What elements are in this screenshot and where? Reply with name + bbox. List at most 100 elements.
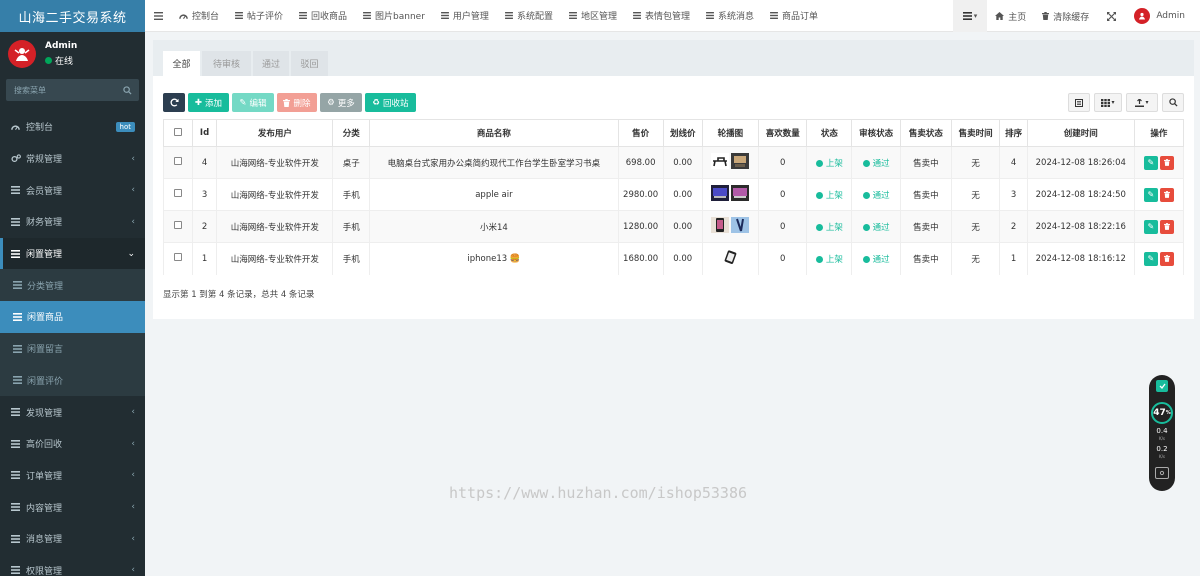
col-likes[interactable]: 喜欢数量	[758, 119, 808, 147]
thumbnail-image[interactable]	[711, 217, 730, 233]
sidebar-item-recycle[interactable]: 高价回收 ‹	[0, 428, 145, 460]
list-icon	[633, 12, 641, 19]
col-orig-price[interactable]: 划线价	[662, 119, 703, 147]
nav-regions[interactable]: 地区管理	[561, 0, 625, 32]
sidebar-item-members[interactable]: 会员管理 ‹	[0, 174, 145, 206]
add-button[interactable]: ✚ 添加	[188, 93, 229, 112]
sidebar-subitem-idle-goods[interactable]: 闲置商品	[0, 301, 145, 333]
sidebar-item-messages[interactable]: 消息管理 ‹	[0, 523, 145, 555]
cell-status[interactable]: 上架	[806, 210, 853, 243]
cell-status[interactable]: 上架	[806, 146, 853, 179]
row-edit-button[interactable]: ✎	[1143, 251, 1158, 266]
sidebar-item-dashboard[interactable]: 控制台 hot	[0, 111, 145, 143]
thumbnail-image[interactable]	[731, 217, 750, 233]
nav-home[interactable]: 主页	[987, 0, 1034, 32]
nav-system-messages[interactable]: 系统消息	[698, 0, 762, 32]
sidebar-item-orders[interactable]: 订单管理 ‹	[0, 460, 145, 492]
sidebar-item-finance[interactable]: 财务管理 ‹	[0, 206, 145, 238]
row-checkbox[interactable]	[163, 242, 193, 275]
row-edit-button[interactable]: ✎	[1143, 155, 1158, 170]
col-category[interactable]: 分类	[332, 119, 371, 147]
tab-rejected[interactable]: 驳回	[291, 51, 328, 76]
col-user[interactable]: 发布用户	[216, 119, 334, 147]
col-id[interactable]: Id	[191, 119, 218, 147]
tab-pending[interactable]: 待审核	[202, 51, 251, 76]
cell-status[interactable]: 上架	[806, 178, 853, 211]
table-row[interactable]: 4 山海网络-专业软件开发 桌子 电脑桌台式家用办公桌简约现代工作台学生卧室学习…	[163, 146, 1185, 179]
nav-recycle-goods[interactable]: 回收商品	[291, 0, 355, 32]
nav-more-dropdown[interactable]: ▾	[952, 0, 988, 32]
columns-dropdown-button[interactable]: ▾	[1094, 93, 1122, 112]
thumbnail-image[interactable]	[711, 153, 730, 169]
cell-category: 桌子	[332, 146, 371, 179]
nav-system-config[interactable]: 系统配置	[497, 0, 561, 32]
row-edit-button[interactable]: ✎	[1143, 187, 1158, 202]
col-carousel[interactable]: 轮播图	[701, 119, 760, 147]
delete-button[interactable]: 删除	[277, 93, 317, 112]
toggle-view-button[interactable]	[1068, 93, 1090, 112]
col-sale-time[interactable]: 售卖时间	[950, 119, 1001, 147]
row-delete-button[interactable]	[1159, 219, 1174, 234]
app-title[interactable]: 山海二手交易系统	[0, 0, 145, 32]
thumbnail-image[interactable]	[711, 185, 730, 201]
row-checkbox[interactable]	[163, 146, 193, 179]
thumbnail-image[interactable]	[731, 153, 750, 169]
table-row[interactable]: 1 山海网络-专业软件开发 手机 iphone13 🍔 1680.00 0.00…	[163, 242, 1185, 275]
sidebar-toggle-button[interactable]	[145, 0, 171, 32]
sidebar-subitem-messages[interactable]: 闲置留言	[0, 332, 145, 365]
nav-dashboard[interactable]: 控制台	[171, 0, 227, 32]
row-edit-button[interactable]: ✎	[1143, 219, 1158, 234]
sidebar-item-idle[interactable]: 闲置管理 ⌄	[0, 237, 145, 270]
export-dropdown-button[interactable]: ▾	[1126, 93, 1158, 112]
cell-status[interactable]: 上架	[806, 242, 853, 275]
search-icon[interactable]	[123, 85, 132, 95]
sidebar-item-discover[interactable]: 发现管理 ‹	[0, 396, 145, 428]
network-monitor-widget[interactable]: 47% 0.4 K/s 0.2 K/s	[1149, 375, 1175, 491]
row-checkbox[interactable]	[163, 210, 193, 243]
nav-banner[interactable]: 图片banner	[355, 0, 433, 32]
refresh-button[interactable]	[163, 93, 185, 112]
nav-users[interactable]: 用户管理	[433, 0, 497, 32]
recycle-bin-button[interactable]: ♻ 回收站	[365, 93, 416, 112]
row-checkbox[interactable]	[163, 178, 193, 211]
row-delete-button[interactable]	[1159, 251, 1174, 266]
sidebar-item-content[interactable]: 内容管理 ‹	[0, 491, 145, 523]
col-price[interactable]: 售价	[617, 119, 664, 147]
table-row[interactable]: 2 山海网络-专业软件开发 手机 小米14 1280.00 0.00 0 上架 …	[163, 210, 1185, 243]
col-name[interactable]: 商品名称	[369, 119, 619, 147]
sidebar-item-permissions[interactable]: 权限管理 ‹	[0, 555, 145, 576]
cell-audit[interactable]: 通过	[851, 178, 901, 211]
thumbnail-image[interactable]	[731, 185, 750, 201]
edit-button[interactable]: ✎ 编辑	[232, 93, 274, 112]
fullscreen-button[interactable]	[1097, 0, 1126, 32]
nav-clear-cache[interactable]: 清除缓存	[1034, 0, 1097, 32]
tab-all[interactable]: 全部	[163, 51, 200, 76]
nav-post-reviews[interactable]: 帖子评价	[227, 0, 291, 32]
cell-audit[interactable]: 通过	[851, 146, 901, 179]
thumbnail-image[interactable]	[721, 249, 740, 266]
user-menu[interactable]: Admin	[1126, 0, 1200, 32]
col-sale-status[interactable]: 售卖状态	[899, 119, 953, 147]
nav-goods-orders[interactable]: 商品订单	[762, 0, 826, 32]
more-button[interactable]: ⚙ 更多	[320, 93, 362, 112]
list-icon	[13, 376, 22, 385]
sidebar-subitem-category[interactable]: 分类管理	[0, 269, 145, 302]
row-delete-button[interactable]	[1159, 187, 1174, 202]
search-input[interactable]: 搜索菜单	[6, 79, 139, 101]
nav-emoji[interactable]: 表情包管理	[625, 0, 698, 32]
search-placeholder: 搜索菜单	[14, 85, 46, 95]
col-status[interactable]: 状态	[806, 119, 853, 147]
tab-approved[interactable]: 通过	[253, 51, 289, 76]
col-audit[interactable]: 审核状态	[851, 119, 901, 147]
sidebar-subitem-reviews[interactable]: 闲置评价	[0, 364, 145, 397]
table-row[interactable]: 3 山海网络-专业软件开发 手机 apple air 2980.00 0.00 …	[163, 178, 1185, 211]
row-delete-button[interactable]	[1159, 155, 1174, 170]
camera-icon[interactable]	[1155, 467, 1169, 479]
select-all-checkbox[interactable]	[163, 119, 193, 147]
search-button[interactable]	[1162, 93, 1184, 112]
cell-audit[interactable]: 通过	[851, 242, 901, 275]
col-created[interactable]: 创建时间	[1026, 119, 1135, 147]
col-sort[interactable]: 排序	[999, 119, 1028, 147]
cell-audit[interactable]: 通过	[851, 210, 901, 243]
sidebar-item-general[interactable]: 常规管理 ‹	[0, 143, 145, 175]
